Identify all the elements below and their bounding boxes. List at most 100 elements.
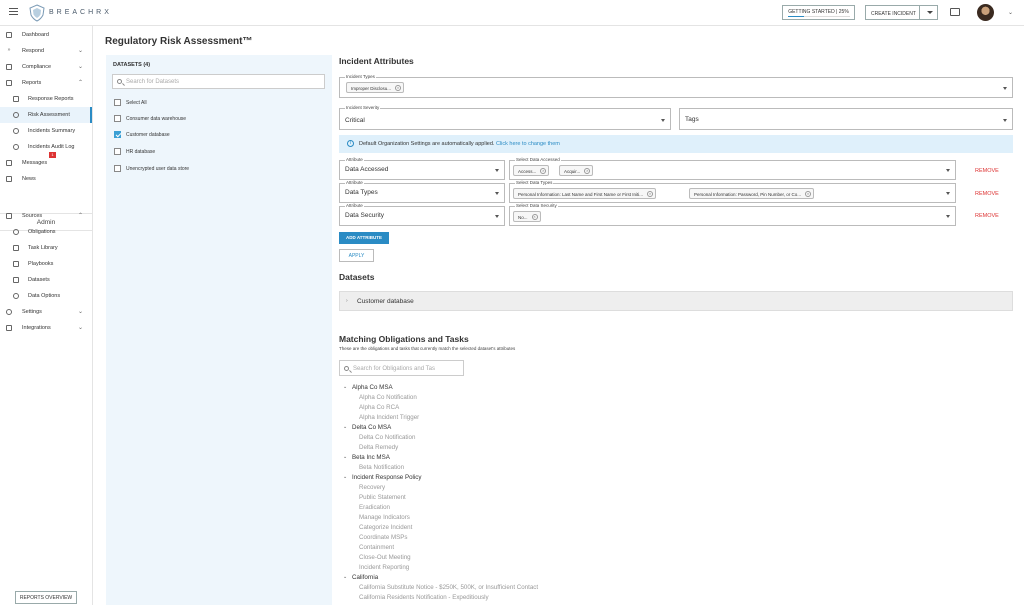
close-icon[interactable]: × [540,168,547,174]
chevron-down-icon[interactable] [946,169,950,172]
task-item[interactable]: Incident Reporting [359,564,409,571]
apply-button[interactable]: APPLY [339,249,374,262]
dataset-label: HR database [126,149,156,155]
getting-started-button[interactable]: GETTING STARTED | 25% [782,5,855,20]
chevron-down-icon[interactable] [946,192,950,195]
field-label: Select Data Types [515,180,554,185]
sidebar-item-integrations[interactable]: Integrations ⌄ [0,320,92,336]
sidebar-item-messages[interactable]: Messages [0,155,92,171]
sidebar-item-label: Risk Assessment [28,112,70,118]
attribute-select[interactable]: Attribute Data Types [339,180,505,203]
data-accessed-chip[interactable]: Access... × [513,165,550,176]
sidebar-item-settings[interactable]: Settings ⌄ [0,304,92,320]
gauge-icon [13,112,19,118]
checkbox[interactable] [114,165,121,172]
incident-type-chip[interactable]: Improper Disclosu... × [346,82,405,93]
chat-icon[interactable] [950,8,960,16]
sidebar-item-response-reports[interactable]: Response Reports [0,91,92,107]
checkbox[interactable] [114,99,121,106]
change-settings-link[interactable]: Click here to change them [496,141,560,147]
close-icon[interactable]: × [531,214,538,220]
sidebar-item-respond[interactable]: » Respond ⌄ [0,43,92,59]
task-item[interactable]: Delta Remedy [359,444,398,451]
incident-types-field[interactable]: Incident Types Improper Disclosu... × [339,74,1013,98]
checkbox[interactable] [114,115,121,122]
severity-value: Critical [345,117,365,124]
incident-severity-select[interactable]: Incident Severity Critical [339,105,671,130]
dataset-label: Unencrypted user data store [126,166,190,172]
task-item[interactable]: Categorize Incident [359,524,412,531]
book-icon [13,261,19,267]
sidebar-item-task-library[interactable]: Task Library [0,240,92,256]
checkbox-checked[interactable] [114,131,121,138]
chevron-down-icon[interactable] [495,169,499,172]
tags-select[interactable]: Tags [679,108,1013,130]
remove-attribute-button[interactable]: REMOVE [975,168,999,174]
task-item[interactable]: California Substitute Notice - $250K, 50… [359,584,538,591]
chevron-down-icon[interactable]: ⌄ [1008,9,1013,16]
chevron-down-icon[interactable] [927,11,933,14]
sidebar-item-sources[interactable]: Sources ⌃ [0,208,92,224]
obligation-group-label: Delta Co MSA [352,424,392,431]
task-item[interactable]: Beta Notification [359,464,404,471]
sidebar-item-news[interactable]: News [0,171,92,187]
task-item[interactable]: Public Statement [359,494,406,501]
reports-overview-button[interactable]: REPORTS OVERVIEW [15,591,77,604]
chevron-down-icon[interactable] [661,119,665,122]
task-item[interactable]: Alpha Incident Trigger [359,414,419,421]
task-item[interactable]: Containment [359,544,394,551]
data-type-chip[interactable]: Personal Information: Last Name and Firs… [513,188,657,199]
sidebar-item-label: Respond [22,48,45,54]
close-icon[interactable]: × [647,191,654,197]
create-incident-button[interactable]: CREATE INCIDENT [865,5,938,20]
sidebar-item-risk-assessment[interactable]: Risk Assessment [0,107,92,123]
task-item[interactable]: Close-Out Meeting [359,554,411,561]
task-item[interactable]: Alpha Co RCA [359,404,399,411]
task-item[interactable]: Manage Indicators [359,514,410,521]
chevron-down-icon[interactable] [946,215,950,218]
data-security-chip[interactable]: No... × [513,211,541,222]
sidebar-item-playbooks[interactable]: Playbooks [0,256,92,272]
sidebar-item-dashboard[interactable]: Dashboard [0,27,92,43]
attribute-select[interactable]: Attribute Data Security [339,203,505,226]
sidebar-item-datasets[interactable]: Datasets [0,272,92,288]
dataset-search-input[interactable]: Search for Datasets [112,74,325,89]
close-icon[interactable]: × [584,168,591,174]
sidebar-item-compliance[interactable]: Compliance ⌄ [0,59,92,75]
data-type-chip[interactable]: Personal Information: Password, Pin Numb… [689,188,815,199]
chevron-down-icon[interactable] [495,215,499,218]
checkbox[interactable] [114,148,121,155]
task-item[interactable]: California Residents Notification - Expe… [359,594,489,601]
data-accessed-chip[interactable]: Acquir... × [559,165,594,176]
grid-icon [6,32,12,38]
sidebar-item-reports[interactable]: Reports ⌃ [0,75,92,91]
sidebar-item-label: Messages [22,160,48,166]
remove-attribute-button[interactable]: REMOVE [975,191,999,197]
close-icon[interactable]: × [805,191,812,197]
dataset-expander[interactable]: › Customer database [339,291,1013,311]
task-item[interactable]: Coordinate MSPs [359,534,408,541]
sidebar-item-incidents-summary[interactable]: Incidents Summary [0,123,92,139]
data-types-multiselect[interactable]: Select Data Types Personal Information: … [509,180,956,203]
task-item[interactable]: Eradication [359,504,390,511]
data-accessed-multiselect[interactable]: Select Data Accessed Access... × Acquir..… [509,157,956,180]
add-attribute-button[interactable]: ADD ATTRIBUTE [339,232,389,244]
chevron-down-icon[interactable] [1003,119,1007,122]
attribute-select[interactable]: Attribute Data Accessed [339,157,505,180]
close-icon[interactable]: × [395,85,402,91]
avatar[interactable] [977,4,994,21]
task-item[interactable]: Recovery [359,484,385,491]
sidebar-item-obligations[interactable]: Obligations [0,224,92,240]
chevron-down-icon[interactable] [495,192,499,195]
task-item[interactable]: Alpha Co Notification [359,394,417,401]
top-bar: BREACHRX GETTING STARTED | 25% CREATE IN… [0,0,1024,26]
data-security-multiselect[interactable]: Select Data Security No... × [509,203,956,226]
task-item[interactable]: Delta Co Notification [359,434,415,441]
menu-icon[interactable] [9,8,18,15]
chevron-down-icon[interactable] [1003,87,1007,90]
obligations-search-input[interactable]: Search for Obligations and Tas [339,360,464,376]
sidebar-item-incidents-audit-log[interactable]: Incidents Audit Log [0,139,92,155]
sidebar-item-data-options[interactable]: Data Options [0,288,92,304]
mail-icon [6,160,12,166]
remove-attribute-button[interactable]: REMOVE [975,213,999,219]
